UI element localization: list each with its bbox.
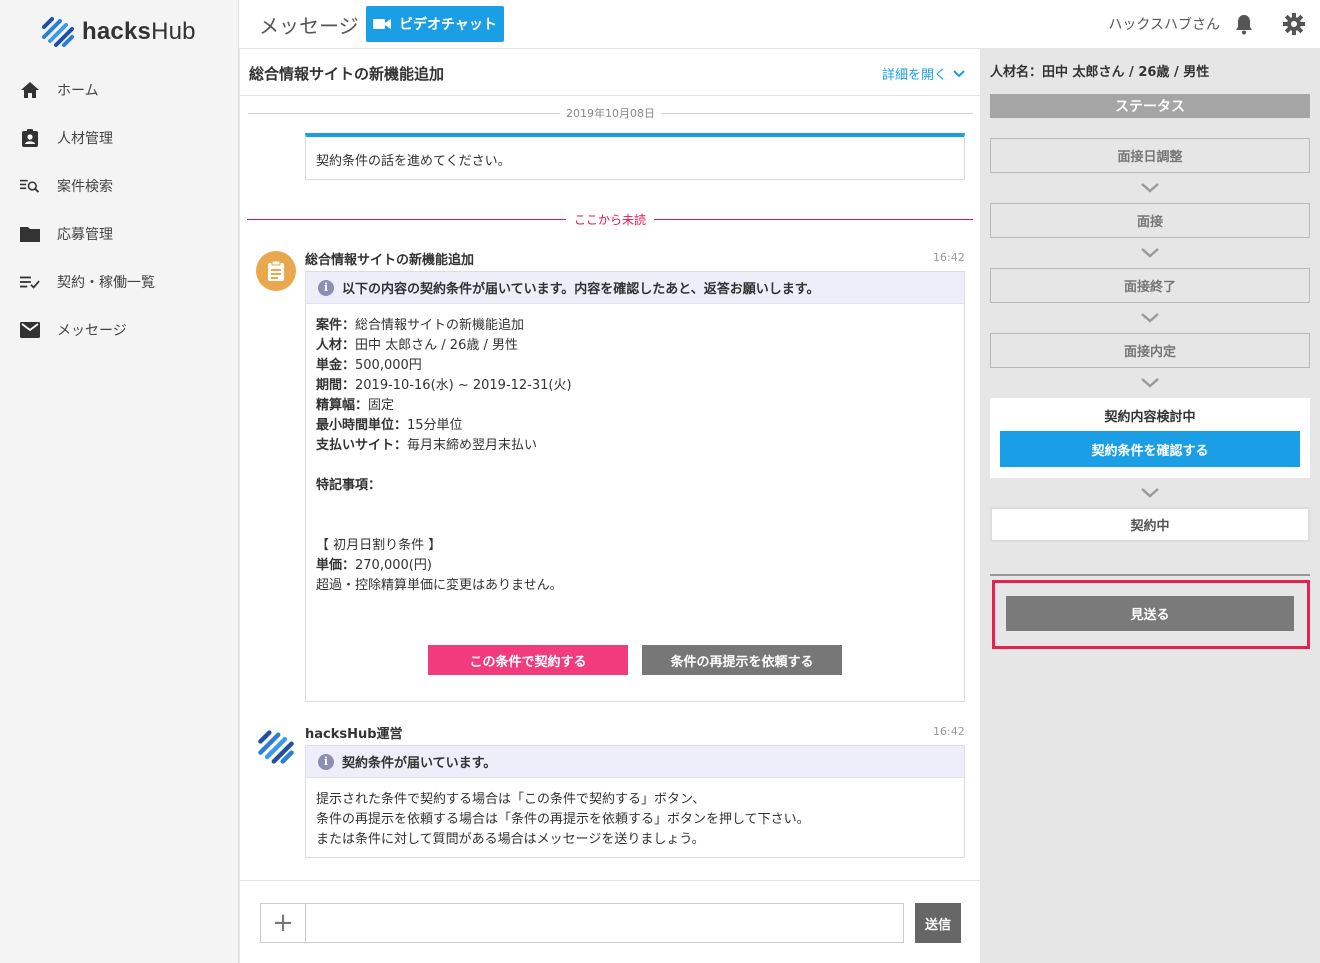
chevron-down-icon <box>1141 313 1159 323</box>
page-title: メッセージ <box>259 14 359 38</box>
message-banner: i 契約条件が届いています。 <box>306 746 964 778</box>
proration-title: 【 初月日割り条件 】 <box>316 538 442 553</box>
sidebar-item-label: 人材管理 <box>57 131 113 147</box>
chat-pane: 総合情報サイトの新機能追加 詳細を開く 2019年10月08日 契約条件の話を進… <box>239 48 981 963</box>
sidebar-item-messages[interactable]: メッセージ <box>0 306 239 354</box>
message-composer: + 送信 <box>240 880 981 963</box>
contract-offer-card: i 以下の内容の契約条件が届いています。内容を確認したあと、返答お願いします。 … <box>305 271 965 702</box>
video-camera-icon <box>373 19 392 29</box>
decline-button[interactable]: 見送る <box>1006 596 1294 631</box>
chevron-down-icon <box>953 69 965 77</box>
chevron-down-icon <box>1141 183 1159 193</box>
attach-plus-button[interactable]: + <box>260 903 306 943</box>
status-panel: 人材名：田中 太郎さん / 26歳 / 男性 ステータス 面接日調整 面接 面接… <box>980 48 1320 963</box>
logo[interactable]: hacksHub <box>40 14 196 50</box>
hackshub-logo-icon <box>42 17 74 47</box>
unread-separator: ここから未読 <box>247 211 973 228</box>
message-time: 16:42 <box>933 725 965 738</box>
date-separator: 2019年10月08日 <box>248 106 973 120</box>
current-status: 契約内容検討中 契約条件を確認する <box>990 398 1310 478</box>
list-check-icon <box>20 272 40 292</box>
chat-header: 総合情報サイトの新機能追加 詳細を開く <box>240 48 981 96</box>
sidebar-item-applications[interactable]: 応募管理 <box>0 210 239 258</box>
gear-icon[interactable] <box>1283 13 1305 35</box>
field-row: 期間：2019-10-16(水) ~ 2019-12-31(火) <box>316 378 572 393</box>
system-note: 契約条件の話を進めてください。 <box>305 133 965 180</box>
sidebar-item-talent[interactable]: 人材管理 <box>0 114 239 162</box>
field-row: 人材：田中 太郎さん / 26歳 / 男性 <box>316 338 518 353</box>
sidebar-item-project-search[interactable]: 案件検索 <box>0 162 239 210</box>
chevron-down-icon <box>1141 378 1159 388</box>
divider <box>990 574 1310 576</box>
banner-text: 契約条件が届いています。 <box>342 756 497 771</box>
id-badge-icon <box>20 128 40 148</box>
status-step: 面接日調整 <box>990 138 1310 173</box>
field-row: 最小時間単位：15分単位 <box>316 418 463 433</box>
video-chat-label: ビデオチャット <box>399 17 497 33</box>
user-name[interactable]: ハックスハブさん <box>1108 14 1220 34</box>
sidebar: hacksHub ホーム 人材管理 案件検索 応募管理 契約・稼働一覧 メッセー… <box>0 0 239 963</box>
message-body: 提示された条件で契約する場合は「この条件で契約する」ボタン、 条件の再提示を依頼… <box>306 778 964 862</box>
contract-details: 案件：総合情報サイトの新機能追加 人材：田中 太郎さん / 26歳 / 男性 単… <box>306 304 964 608</box>
mail-icon <box>20 320 40 340</box>
proration-note: 超過・控除精算単価に変更はありません。 <box>316 578 563 593</box>
sidebar-item-label: メッセージ <box>57 323 127 339</box>
send-button[interactable]: 送信 <box>915 903 961 943</box>
sidebar-item-label: 案件検索 <box>57 179 113 195</box>
unit-price-row: 単価：270,000(円) <box>316 558 432 573</box>
status-step: 面接 <box>990 203 1310 238</box>
message-line: 提示された条件で契約する場合は「この条件で契約する」ボタン、 <box>316 792 706 807</box>
confirm-contract-button[interactable]: 契約条件を確認する <box>1000 431 1300 467</box>
open-details-link[interactable]: 詳細を開く <box>882 64 965 83</box>
clipboard-avatar-icon <box>256 251 296 291</box>
message-line: または条件に対して質問がある場合はメッセージを送りましょう。 <box>316 832 705 847</box>
chevron-down-icon <box>1141 488 1159 498</box>
status-step: 面接終了 <box>990 268 1310 303</box>
chevron-down-icon <box>1141 248 1159 258</box>
sidebar-item-label: ホーム <box>57 83 99 99</box>
field-row: 支払いサイト：毎月末締め翌月末払い <box>316 438 538 453</box>
list-search-icon <box>20 176 40 196</box>
logo-text: hacksHub <box>82 18 196 45</box>
agree-contract-button[interactable]: この条件で契約する <box>428 645 628 675</box>
sidebar-item-home[interactable]: ホーム <box>0 66 239 114</box>
info-icon: i <box>318 279 334 296</box>
banner-text: 以下の内容の契約条件が届いています。内容を確認したあと、返答お願いします。 <box>342 282 820 297</box>
field-row: 単金：500,000円 <box>316 358 422 373</box>
message-input[interactable] <box>306 903 904 943</box>
message-sender: 総合情報サイトの新機能追加 <box>305 253 475 268</box>
video-chat-button[interactable]: ビデオチャット <box>366 6 504 42</box>
sidebar-item-label: 契約・稼働一覧 <box>57 275 155 291</box>
system-message-card: i 契約条件が届いています。 提示された条件で契約する場合は「この条件で契約する… <box>305 745 965 858</box>
current-status-label: 契約内容検討中 <box>1104 410 1196 425</box>
bell-icon[interactable] <box>1233 13 1255 35</box>
message-line: 条件の再提示を依頼する場合は「条件の再提示を依頼する」ボタンを押して下さい。 <box>316 812 810 827</box>
notes-label: 特記事項： <box>316 478 382 493</box>
sidebar-item-label: 応募管理 <box>57 227 113 243</box>
open-details-label: 詳細を開く <box>881 68 947 83</box>
chat-title: 総合情報サイトの新機能追加 <box>249 65 445 83</box>
field-row: 案件：総合情報サイトの新機能追加 <box>316 318 525 333</box>
home-icon <box>20 80 40 100</box>
message-banner: i 以下の内容の契約条件が届いています。内容を確認したあと、返答お願いします。 <box>306 272 964 304</box>
talent-info: 人材名：田中 太郎さん / 26歳 / 男性 <box>990 65 1210 80</box>
message-sender: hacksHub運営 <box>305 727 403 742</box>
field-row: 精算幅：固定 <box>316 398 395 413</box>
status-step: 面接内定 <box>990 333 1310 368</box>
hackshub-avatar-icon <box>254 725 298 769</box>
top-header: メッセージ ビデオチャット ハックスハブさん <box>239 0 1320 48</box>
info-icon: i <box>318 753 334 770</box>
sidebar-nav: ホーム 人材管理 案件検索 応募管理 契約・稼働一覧 メッセージ <box>0 66 239 354</box>
status-heading: ステータス <box>990 94 1310 118</box>
message-time: 16:42 <box>933 251 965 264</box>
sidebar-item-contracts[interactable]: 契約・稼働一覧 <box>0 258 239 306</box>
folder-icon <box>20 224 40 244</box>
request-reoffer-button[interactable]: 条件の再提示を依頼する <box>642 645 842 675</box>
status-step-next: 契約中 <box>990 507 1310 542</box>
